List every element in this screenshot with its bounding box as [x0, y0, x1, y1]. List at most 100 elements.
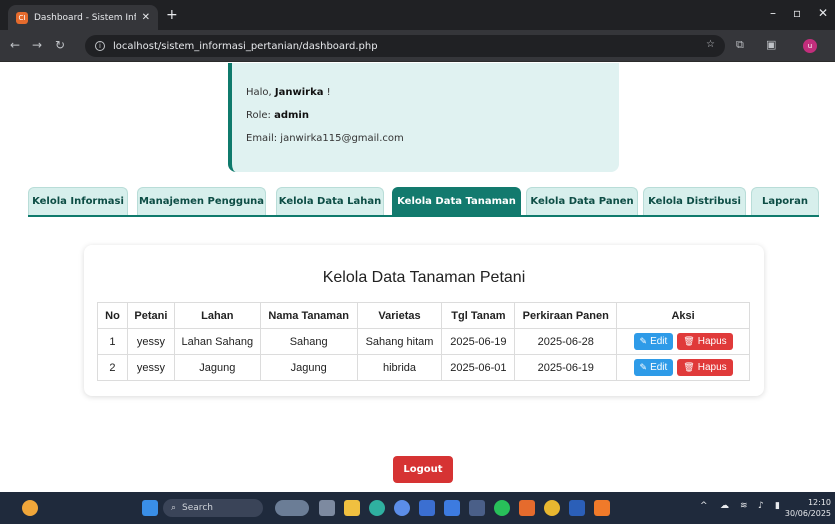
col-header: No: [97, 302, 128, 329]
col-header: Lahan: [173, 302, 261, 329]
user-info-box: Halo, Janwirka ! Role: admin Email: janw…: [228, 63, 619, 172]
action-cell: ✎ Edit 🗑 Hapus: [616, 328, 750, 355]
tanaman-table: No Petani Lahan Nama Tanaman Varietas Tg…: [97, 302, 750, 381]
email-line: Email: janwirka115@gmail.com: [246, 133, 404, 144]
whatsapp-icon[interactable]: [494, 500, 510, 516]
file-explorer-icon[interactable]: [344, 500, 360, 516]
vscode-icon[interactable]: [444, 500, 460, 516]
new-tab-icon[interactable]: +: [166, 7, 178, 23]
forward-icon[interactable]: →: [32, 38, 42, 52]
logout-button[interactable]: Logout: [393, 456, 453, 483]
url-bar[interactable]: i localhost/sistem_informasi_pertanian/d…: [85, 35, 725, 57]
browser-tab[interactable]: CI Dashboard - Sistem Informasi F ✕: [8, 5, 158, 30]
tab-laporan[interactable]: Laporan: [751, 187, 819, 215]
user-name: Janwirka: [274, 87, 324, 98]
table-cell: Jagung: [173, 354, 261, 381]
table-cell: 2: [97, 354, 128, 381]
tab-kelola-data-lahan[interactable]: Kelola Data Lahan: [276, 187, 384, 215]
chevron-up-icon[interactable]: ^: [700, 501, 708, 511]
xampp-icon[interactable]: [594, 500, 610, 516]
tab-kelola-informasi[interactable]: Kelola Informasi: [28, 187, 128, 215]
back-icon[interactable]: ←: [10, 38, 20, 52]
word-icon[interactable]: [569, 500, 585, 516]
table-row: 1 yessy Lahan Sahang Sahang Sahang hitam…: [97, 328, 750, 355]
user-role: admin: [274, 110, 309, 121]
widget-icon[interactable]: [275, 500, 309, 516]
card-title: Kelola Data Tanaman Petani: [322, 269, 526, 286]
favicon-icon: CI: [16, 11, 28, 24]
bookmark-star-icon[interactable]: ☆: [706, 39, 715, 50]
pencil-icon: ✎: [639, 362, 648, 372]
col-header: Tgl Tanam: [441, 302, 516, 329]
table-cell: Jagung: [259, 354, 358, 381]
action-cell: ✎ Edit 🗑 Hapus: [616, 354, 750, 381]
edge-icon[interactable]: [369, 500, 385, 516]
taskbar-clock[interactable]: 12:10 30/06/2025: [785, 497, 831, 519]
table-cell: 2025-06-19: [514, 354, 618, 381]
browser-tab-title: Dashboard - Sistem Informasi F: [34, 12, 136, 23]
wifi-icon[interactable]: ≋: [740, 501, 748, 511]
table-cell: 2025-06-28: [514, 328, 618, 355]
tab-kelola-distribusi[interactable]: Kelola Distribusi: [643, 187, 746, 215]
taskbar-search[interactable]: ⌕ Search: [163, 499, 263, 517]
col-header: Perkiraan Panen: [514, 302, 618, 329]
clock-date: 30/06/2025: [784, 509, 831, 518]
user-email: janwirka115@gmail.com: [280, 133, 404, 144]
cloud-icon[interactable]: ☁: [720, 501, 729, 511]
table-cell: Lahan Sahang: [173, 328, 261, 355]
trash-icon: 🗑: [683, 336, 695, 346]
start-icon[interactable]: [142, 500, 158, 516]
table-header-row: No Petani Lahan Nama Tanaman Varietas Tg…: [97, 302, 750, 329]
edit-button[interactable]: ✎ Edit: [633, 359, 674, 376]
edit-button[interactable]: ✎ Edit: [633, 333, 674, 350]
role-line: Role: admin: [246, 110, 309, 121]
table-cell: 2025-06-01: [441, 354, 516, 381]
greeting-line: Halo, Janwirka !: [246, 87, 331, 98]
reload-icon[interactable]: ↻: [55, 38, 65, 52]
battery-icon[interactable]: ▮: [775, 501, 780, 511]
extensions-icon[interactable]: ⧉: [736, 38, 744, 52]
app-icon[interactable]: [469, 500, 485, 516]
table-cell: 1: [97, 328, 128, 355]
table-cell: 2025-06-19: [441, 328, 516, 355]
app-icon[interactable]: [394, 500, 410, 516]
delete-button[interactable]: 🗑 Hapus: [677, 333, 733, 350]
col-header: Aksi: [616, 302, 750, 329]
table-cell: Sahang: [259, 328, 358, 355]
tab-kelola-data-tanaman[interactable]: Kelola Data Tanaman: [392, 187, 521, 215]
url-text: localhost/sistem_informasi_pertanian/das…: [113, 40, 378, 52]
search-icon: ⌕: [171, 503, 177, 513]
trash-icon: 🗑: [683, 362, 695, 372]
col-header: Varietas: [356, 302, 443, 329]
close-window-icon[interactable]: ✕: [818, 6, 828, 20]
table-row: 2 yessy Jagung Jagung hibrida 2025-06-01…: [97, 354, 750, 381]
chrome-icon[interactable]: [544, 500, 560, 516]
pencil-icon: ✎: [639, 336, 648, 346]
task-view-icon[interactable]: [319, 500, 335, 516]
tanaman-card: Kelola Data Tanaman Petani No Petani Lah…: [84, 245, 764, 396]
weather-icon[interactable]: [22, 500, 38, 516]
table-cell: Sahang hitam: [356, 328, 443, 355]
close-tab-icon[interactable]: ✕: [142, 12, 150, 23]
store-icon[interactable]: [419, 500, 435, 516]
site-info-icon[interactable]: i: [95, 41, 105, 51]
tab-underline: [28, 215, 819, 217]
tab-kelola-data-panen[interactable]: Kelola Data Panen: [526, 187, 638, 215]
delete-button[interactable]: 🗑 Hapus: [677, 359, 733, 376]
dashboard-page: Halo, Janwirka ! Role: admin Email: janw…: [0, 63, 835, 492]
minimize-icon[interactable]: –: [770, 6, 776, 20]
side-panel-icon[interactable]: ▣: [766, 38, 776, 51]
address-toolbar: ← → ↻ i localhost/sistem_informasi_perta…: [0, 30, 835, 62]
restore-icon[interactable]: ▫: [793, 6, 801, 20]
tab-manajemen-pengguna[interactable]: Manajemen Pengguna: [137, 187, 266, 215]
table-cell: yessy: [126, 328, 175, 355]
codeigniter-icon[interactable]: [519, 500, 535, 516]
table-cell: yessy: [126, 354, 175, 381]
profile-avatar[interactable]: u: [803, 39, 817, 53]
col-header: Nama Tanaman: [259, 302, 358, 329]
volume-icon[interactable]: ♪: [758, 501, 764, 511]
browser-tab-bar: CI Dashboard - Sistem Informasi F ✕ + – …: [0, 0, 835, 30]
col-header: Petani: [126, 302, 175, 329]
table-cell: hibrida: [356, 354, 443, 381]
clock-time: 12:10: [807, 498, 831, 507]
